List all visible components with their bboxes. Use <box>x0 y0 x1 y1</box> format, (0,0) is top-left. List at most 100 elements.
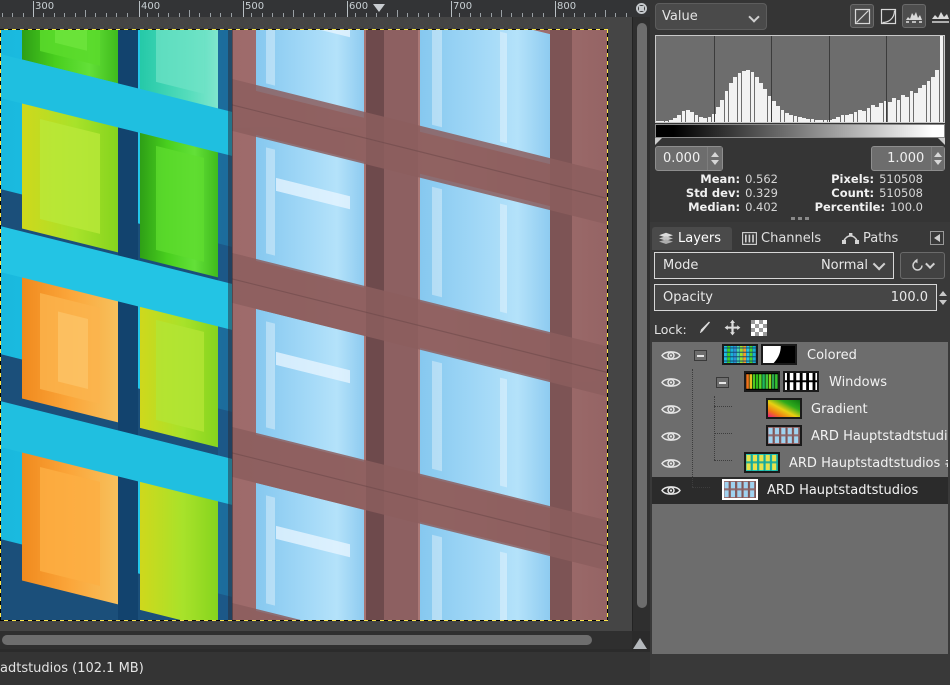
histogram-bar <box>867 108 871 122</box>
tab-channels[interactable]: Channels <box>736 227 832 250</box>
layer-visibility-icon[interactable] <box>660 481 682 499</box>
ruler-label: 300 <box>33 1 54 12</box>
layer-thumbnail[interactable] <box>722 479 758 500</box>
layer-visibility-icon[interactable] <box>660 346 682 364</box>
layer-row[interactable]: ARD Hauptstadtstudios #2 <box>652 423 948 450</box>
tab-paths[interactable]: Paths <box>836 227 908 250</box>
layer-list[interactable]: ColoredWindowsGradientARD Hauptstadtstud… <box>652 342 948 654</box>
blend-mode-label: Mode <box>663 258 698 273</box>
layer-group-expander[interactable] <box>694 350 707 361</box>
layer-visibility-icon[interactable] <box>660 373 682 391</box>
opacity-slider[interactable]: Opacity 100.0 <box>654 284 937 311</box>
ruler-label: 500 <box>243 1 264 12</box>
layer-thumbnails[interactable] <box>744 452 780 473</box>
histogram-channel-select[interactable]: Value <box>655 3 767 30</box>
paths-icon <box>842 233 859 244</box>
channels-icon <box>742 232 757 245</box>
histogram-bar <box>733 77 737 122</box>
histogram-bar <box>862 111 866 122</box>
histogram-bar <box>935 70 939 122</box>
histogram-plot[interactable] <box>655 35 945 123</box>
dock-separator-handle[interactable] <box>650 215 950 222</box>
linear-histogram-button[interactable] <box>850 4 874 28</box>
navigate-canvas-icon[interactable] <box>630 632 650 654</box>
histogram-bar <box>854 112 858 122</box>
layer-thumbnail[interactable] <box>722 344 758 365</box>
horizontal-ruler[interactable]: 300400500600700800 <box>0 0 632 17</box>
opacity-stepper[interactable] <box>937 284 949 311</box>
histogram-bar <box>940 36 944 122</box>
histogram-gridline <box>771 36 772 122</box>
histogram-bar <box>669 120 673 122</box>
ruler-minor-tick <box>397 10 398 17</box>
layer-row[interactable]: ARD Hauptstadtstudios <box>652 477 948 504</box>
layer-thumbnail[interactable] <box>744 452 780 473</box>
histogram-value-gradient <box>655 124 945 138</box>
range-high-input[interactable]: 1.000 <box>871 146 945 171</box>
zoom-image-when-window-size-changes-icon[interactable] <box>632 0 650 17</box>
layer-row[interactable]: Gradient <box>652 396 948 423</box>
histogram-bar <box>763 89 767 122</box>
layer-thumbnail[interactable] <box>766 398 802 419</box>
stat-median: Median:0.402 <box>668 200 778 214</box>
histogram-bar <box>811 119 815 122</box>
layer-thumbnails[interactable] <box>722 344 797 365</box>
range-high-value: 1.000 <box>872 151 931 166</box>
histogram-bar <box>776 106 780 122</box>
histogram-bars <box>656 36 944 122</box>
gimp-window: 300400500600700800 <box>0 0 950 685</box>
blend-mode-select[interactable]: Mode Normal <box>654 252 894 279</box>
canvas-vertical-scrollbar[interactable] <box>632 17 650 631</box>
layer-thumbnail[interactable] <box>766 425 802 446</box>
range-low-marker-icon[interactable] <box>655 138 662 145</box>
histogram-bar <box>729 83 733 122</box>
range-low-stepper[interactable] <box>707 147 722 170</box>
histogram-bar <box>716 107 720 122</box>
layer-thumbnails[interactable] <box>766 398 802 419</box>
layers-dock: Layers Channels <box>650 222 950 685</box>
layers-icon <box>658 232 674 245</box>
range-high-stepper[interactable] <box>931 147 944 170</box>
layer-mask-thumbnail[interactable] <box>761 344 797 365</box>
canvas-image[interactable] <box>0 29 608 621</box>
image-window: 300400500600700800 <box>0 0 650 685</box>
reset-blend-options-button[interactable] <box>900 252 945 279</box>
layer-visibility-icon[interactable] <box>660 400 682 418</box>
layer-visibility-icon[interactable] <box>660 454 682 472</box>
histogram-bar <box>931 77 935 122</box>
show-full-histogram-button[interactable] <box>902 4 926 28</box>
canvas-horizontal-scrollbar[interactable] <box>0 631 632 649</box>
histogram-bar <box>845 115 849 122</box>
ruler-label: 600 <box>347 1 368 12</box>
layer-thumbnails[interactable] <box>722 479 758 500</box>
layer-group-expander[interactable] <box>716 377 729 388</box>
tab-layers[interactable]: Layers <box>652 227 732 250</box>
layer-row[interactable]: ARD Hauptstadtstudios #1 <box>652 450 948 477</box>
layer-mask-thumbnail[interactable] <box>783 371 819 392</box>
lock-position-icon[interactable] <box>724 319 741 339</box>
histogram-bar <box>888 102 892 122</box>
histogram-gridline <box>829 36 830 122</box>
show-selection-histogram-button[interactable] <box>928 4 950 28</box>
lock-pixels-icon[interactable] <box>697 319 714 339</box>
layer-thumbnail[interactable] <box>744 371 780 392</box>
range-low-input[interactable]: 0.000 <box>655 146 723 171</box>
blend-mode-row: Mode Normal <box>650 252 950 280</box>
logarithmic-histogram-button[interactable] <box>876 4 900 28</box>
tab-menu-icon[interactable] <box>930 231 944 245</box>
layer-visibility-icon[interactable] <box>660 427 682 445</box>
layer-row[interactable]: Windows <box>652 369 948 396</box>
canvas-viewport[interactable] <box>0 17 632 631</box>
layer-row[interactable]: Colored <box>652 342 948 369</box>
layer-thumbnails[interactable] <box>766 425 802 446</box>
image-content <box>0 29 608 621</box>
histogram-range-markers[interactable] <box>655 138 945 145</box>
layer-name: ARD Hauptstadtstudios #1 <box>789 456 948 471</box>
lock-alpha-icon[interactable] <box>751 320 767 339</box>
range-high-marker-icon[interactable] <box>938 138 945 145</box>
histogram-bar <box>841 115 845 122</box>
statusbar-text: adtstudios (102.1 MB) <box>0 661 144 676</box>
layer-thumbnails[interactable] <box>744 371 819 392</box>
histogram-area[interactable] <box>652 34 948 144</box>
histogram-bar <box>703 118 707 122</box>
